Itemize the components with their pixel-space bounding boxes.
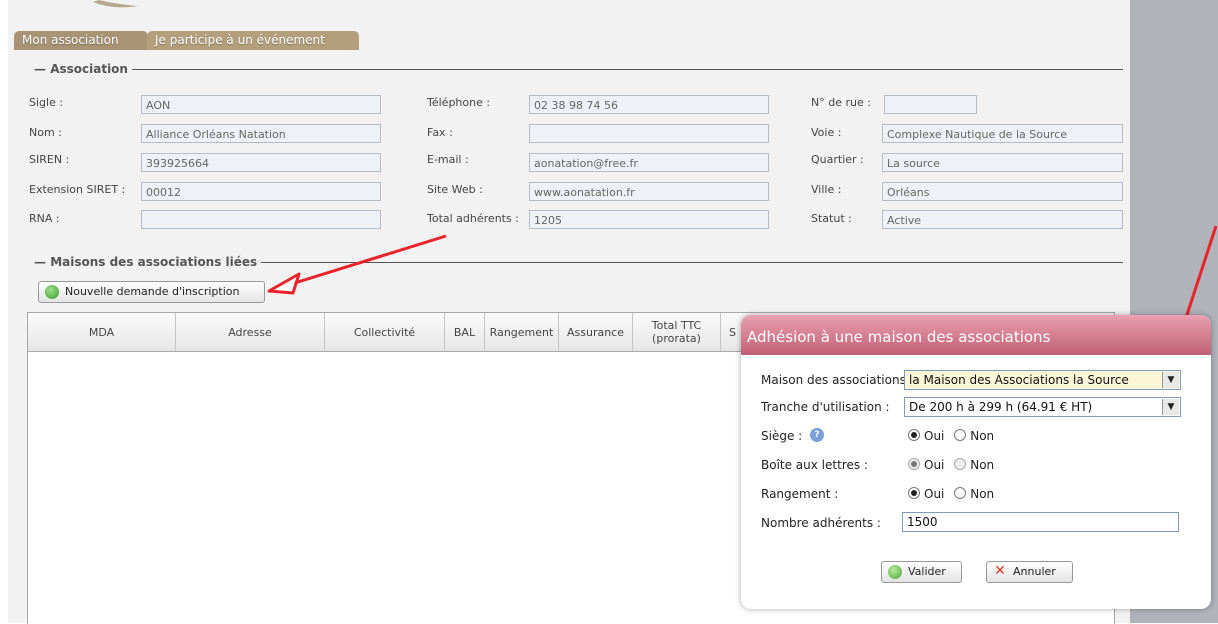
col-assurance[interactable]: Assurance xyxy=(559,313,633,351)
rna-label: RNA : xyxy=(29,212,60,225)
valider-button[interactable]: Valider xyxy=(881,561,962,583)
help-icon[interactable]: ? xyxy=(810,428,824,442)
sigle-label: Sigle : xyxy=(29,96,64,109)
total-adherents-field[interactable]: 1205 xyxy=(529,210,769,229)
maison-select[interactable]: la Maison des Associations la Source ▼ xyxy=(904,370,1181,390)
email-field[interactable]: aonatation@free.fr xyxy=(529,153,769,172)
rangement-non-label: Non xyxy=(970,487,995,501)
rangement-oui-label: Oui xyxy=(924,487,945,501)
annotation-arrow-left-icon xyxy=(267,234,447,295)
extension-siret-field[interactable]: 00012 xyxy=(141,182,381,201)
adhesion-modal: Adhésion à une maison des associations M… xyxy=(741,315,1211,609)
col-bal[interactable]: BAL xyxy=(445,313,485,351)
association-legend: Association xyxy=(30,62,132,76)
bal-oui-radio xyxy=(908,458,920,470)
ville-label: Ville : xyxy=(811,183,842,196)
bal-radio-group: Oui Non xyxy=(908,458,994,472)
bal-non-label: Non xyxy=(970,458,995,472)
tab-evenement[interactable]: Je participe à un événement xyxy=(147,31,359,50)
telephone-field[interactable]: 02 38 98 74 56 xyxy=(529,95,769,114)
telephone-label: Téléphone : xyxy=(427,96,491,109)
col-adresse[interactable]: Adresse xyxy=(176,313,325,351)
add-icon xyxy=(45,285,59,299)
bal-non-radio xyxy=(954,458,967,470)
col-collectivite[interactable]: Collectivité xyxy=(325,313,445,351)
logo-swoosh-icon xyxy=(93,0,138,8)
voie-field[interactable]: Complexe Nautique de la Source xyxy=(882,124,1123,143)
nouvelle-demande-label: Nouvelle demande d'inscription xyxy=(65,285,240,298)
tab-mon-association[interactable]: Mon association xyxy=(14,31,148,50)
col-mda[interactable]: MDA xyxy=(28,313,176,351)
statut-label: Statut : xyxy=(811,212,852,225)
maisons-legend: Maisons des associations liées xyxy=(30,255,262,269)
site-web-field[interactable]: www.aonatation.fr xyxy=(529,182,769,201)
site-web-label: Site Web : xyxy=(427,183,483,196)
check-icon xyxy=(888,565,902,579)
rangement-radio-group: Oui Non xyxy=(908,487,994,501)
siege-non-label: Non xyxy=(970,429,995,443)
maisons-fieldset: Maisons des associations liées xyxy=(30,255,1123,269)
quartier-field[interactable]: La source xyxy=(882,153,1123,172)
left-margin xyxy=(0,0,8,623)
fax-field[interactable] xyxy=(529,124,769,143)
siege-oui-radio[interactable] xyxy=(908,429,920,441)
modal-title: Adhésion à une maison des associations xyxy=(741,315,1211,355)
siege-radio-group: Oui Non xyxy=(908,429,994,443)
col-rangement[interactable]: Rangement xyxy=(485,313,559,351)
statut-field[interactable]: Active xyxy=(882,210,1123,229)
numero-rue-field[interactable] xyxy=(884,95,977,114)
tranche-label: Tranche d'utilisation : xyxy=(761,400,890,414)
tranche-select-value: De 200 h à 299 h (64.91 € HT) xyxy=(909,400,1093,414)
tranche-select[interactable]: De 200 h à 299 h (64.91 € HT) ▼ xyxy=(904,397,1181,417)
association-fieldset: Association xyxy=(30,62,1123,76)
annuler-button[interactable]: ✕ Annuler xyxy=(986,561,1073,583)
annuler-label: Annuler xyxy=(1013,565,1056,578)
nouvelle-demande-button[interactable]: Nouvelle demande d'inscription xyxy=(38,281,265,303)
close-icon: ✕ xyxy=(994,563,1006,579)
email-label: E-mail : xyxy=(427,153,469,166)
fax-label: Fax : xyxy=(427,126,453,139)
rna-field[interactable] xyxy=(141,210,381,229)
siege-label: Siège : xyxy=(761,429,803,443)
siren-label: SIREN : xyxy=(29,153,70,166)
chevron-down-icon[interactable]: ▼ xyxy=(1162,372,1179,388)
extension-siret-label: Extension SIRET : xyxy=(29,183,126,196)
nom-field[interactable]: Alliance Orléans Natation xyxy=(141,124,381,143)
rangement-oui-radio[interactable] xyxy=(908,487,920,499)
voie-label: Voie : xyxy=(811,126,842,139)
valider-label: Valider xyxy=(908,565,946,578)
bal-oui-label: Oui xyxy=(924,458,945,472)
siege-non-radio[interactable] xyxy=(954,429,967,441)
rangement-label: Rangement : xyxy=(761,487,839,501)
ville-field[interactable]: Orléans xyxy=(882,182,1123,201)
chevron-down-icon[interactable]: ▼ xyxy=(1162,399,1179,415)
sigle-field[interactable]: AON xyxy=(141,95,381,114)
adherents-input[interactable]: 1500 xyxy=(902,512,1179,532)
siren-field[interactable]: 393925664 xyxy=(141,153,381,172)
siege-oui-label: Oui xyxy=(924,429,945,443)
adherents-label: Nombre adhérents : xyxy=(761,516,881,530)
bal-label: Boîte aux lettres : xyxy=(761,458,868,472)
numero-rue-label: N° de rue : xyxy=(811,96,871,109)
maison-select-value: la Maison des Associations la Source xyxy=(909,373,1129,387)
rangement-non-radio[interactable] xyxy=(954,487,967,499)
col-total-ttc[interactable]: Total TTC (prorata) xyxy=(633,313,721,351)
quartier-label: Quartier : xyxy=(811,153,864,166)
nom-label: Nom : xyxy=(29,126,62,139)
maison-label: Maison des associations : xyxy=(761,373,914,387)
total-adherents-label: Total adhérents : xyxy=(427,212,519,225)
